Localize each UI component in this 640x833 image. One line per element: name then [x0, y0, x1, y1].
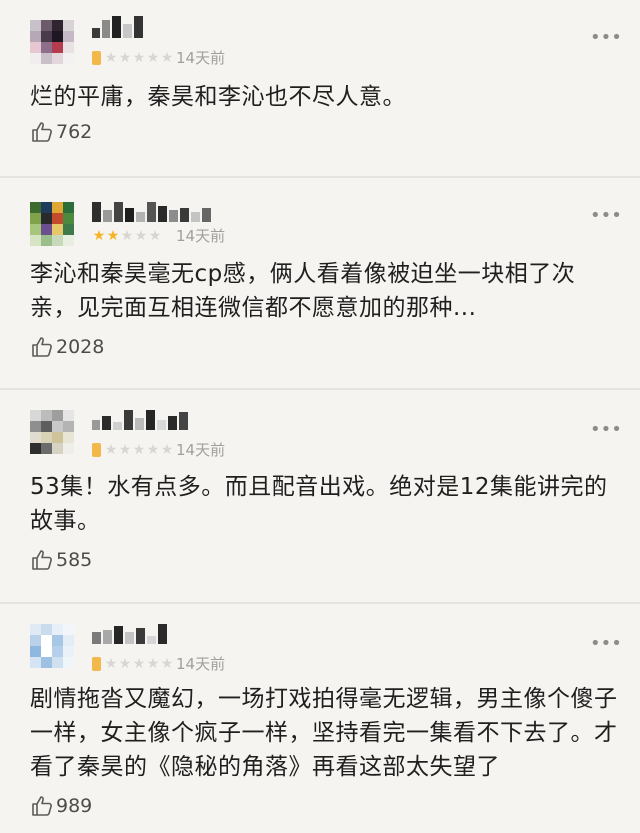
thumbs-up-icon: [32, 796, 52, 816]
username-blurred[interactable]: [92, 16, 143, 38]
review-text: 烂的平庸，秦昊和李沁也不尽人意。: [30, 80, 620, 114]
divider: [0, 388, 640, 390]
review-text-line: 李沁和秦昊毫无cp感，俩人看着像被迫坐一块相了次: [30, 261, 576, 287]
star-icon: ★: [134, 228, 148, 244]
star-icon: ★: [92, 228, 106, 244]
star-icon: ★: [160, 50, 174, 66]
more-dots-icon[interactable]: •••: [590, 421, 622, 439]
like-count: 585: [56, 549, 93, 571]
review-time: 14天前: [176, 441, 226, 459]
star-icon: ★: [160, 656, 174, 672]
star-icon: ★: [132, 442, 146, 458]
more-dots-icon[interactable]: •••: [590, 635, 622, 653]
like-button[interactable]: 989: [30, 793, 92, 819]
username-blurred[interactable]: [92, 408, 188, 430]
avatar[interactable]: [30, 20, 74, 64]
more-dots-icon[interactable]: •••: [590, 207, 622, 225]
star-icon: ★: [132, 656, 146, 672]
review-text-line: 剧情拖沓又魔幻，一场打戏拍得毫无逻辑，男主像个傻子: [30, 686, 618, 712]
review-text: 剧情拖沓又魔幻，一场打戏拍得毫无逻辑，男主像个傻子 一样，女主像个疯子一样，坚持…: [30, 682, 620, 784]
review-time: 14天前: [176, 49, 226, 67]
level-badge: [92, 657, 101, 671]
divider: [0, 602, 640, 604]
like-button[interactable]: 585: [30, 547, 92, 573]
rating-stars: ★ ★ ★ ★ ★: [92, 50, 174, 66]
review-text-line: 53集！水有点多。而且配音出戏。绝对是12集能讲完的: [30, 474, 608, 500]
star-icon: ★: [104, 50, 118, 66]
like-count: 2028: [56, 336, 105, 358]
like-count: 989: [56, 795, 93, 817]
review-text-line: 看了秦昊的《隐秘的角落》再看这部太失望了: [30, 754, 500, 780]
level-badge: [92, 443, 101, 457]
thumbs-up-icon: [32, 337, 52, 357]
review-text-line: 烂的平庸，秦昊和李沁也不尽人意。: [30, 84, 406, 110]
star-icon: ★: [146, 442, 160, 458]
username-blurred[interactable]: [92, 200, 211, 222]
star-icon: ★: [120, 228, 134, 244]
star-icon: ★: [118, 50, 132, 66]
review-text-line: 亲，见完面互相连微信都不愿意加的那种...: [30, 295, 477, 321]
star-icon: ★: [146, 656, 160, 672]
avatar[interactable]: [30, 624, 74, 668]
review-text: 李沁和秦昊毫无cp感，俩人看着像被迫坐一块相了次 亲，见完面互相连微信都不愿意加…: [30, 257, 620, 325]
review-text-line: 一样，女主像个疯子一样，坚持看完一集看不下去了。才: [30, 720, 618, 746]
thumbs-up-icon: [32, 550, 52, 570]
review-time: 14天前: [176, 227, 226, 245]
review-time: 14天前: [176, 655, 226, 673]
avatar[interactable]: [30, 410, 74, 454]
star-icon: ★: [104, 656, 118, 672]
level-badge: [92, 51, 101, 65]
thumbs-up-icon: [32, 122, 52, 142]
star-icon: ★: [148, 228, 162, 244]
star-icon: ★: [132, 50, 146, 66]
review-text: 53集！水有点多。而且配音出戏。绝对是12集能讲完的 故事。: [30, 470, 620, 538]
star-icon: ★: [106, 228, 120, 244]
like-count: 762: [56, 121, 93, 143]
rating-stars: ★ ★ ★ ★ ★: [92, 228, 162, 244]
like-button[interactable]: 2028: [30, 334, 104, 360]
divider: [0, 176, 640, 178]
username-blurred[interactable]: [92, 622, 167, 644]
star-icon: ★: [160, 442, 174, 458]
more-dots-icon[interactable]: •••: [590, 29, 622, 47]
star-icon: ★: [104, 442, 118, 458]
rating-stars: ★ ★ ★ ★ ★: [92, 442, 174, 458]
like-button[interactable]: 762: [30, 119, 92, 145]
star-icon: ★: [118, 442, 132, 458]
review-text-line: 故事。: [30, 508, 101, 534]
rating-stars: ★ ★ ★ ★ ★: [92, 656, 174, 672]
avatar[interactable]: [30, 202, 74, 246]
star-icon: ★: [118, 656, 132, 672]
star-icon: ★: [146, 50, 160, 66]
